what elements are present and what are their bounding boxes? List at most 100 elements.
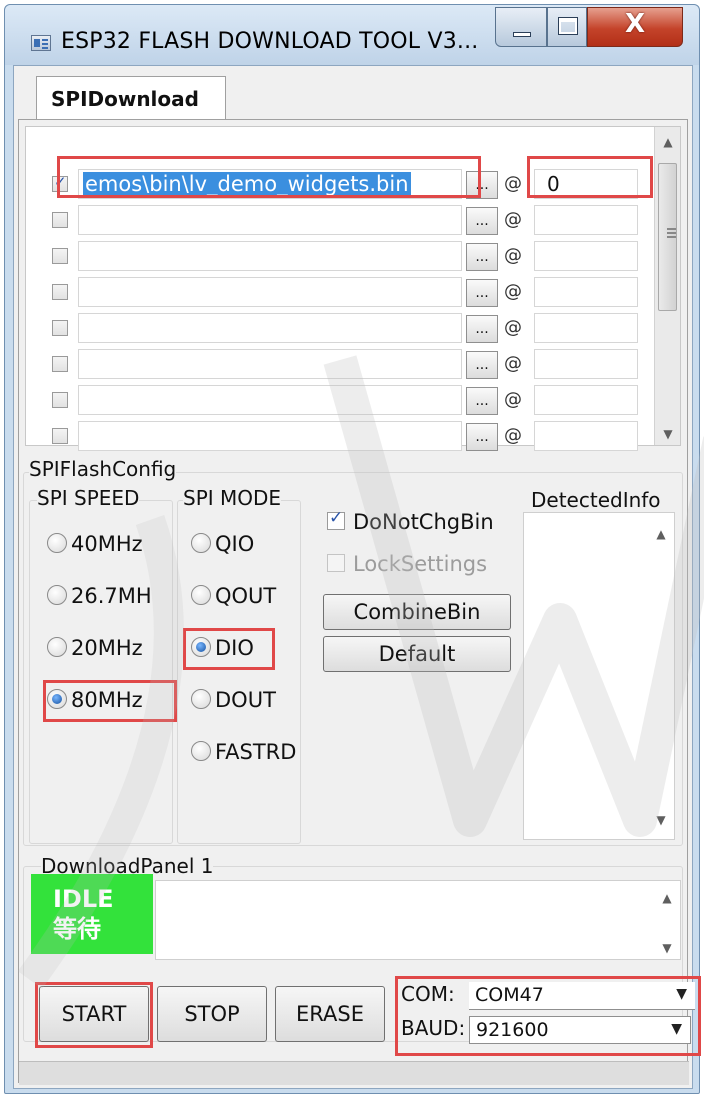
detected-info-box: ▲ ▼ [523, 512, 675, 840]
scroll-up-icon[interactable]: ▲ [655, 135, 681, 149]
combine-bin-button[interactable]: CombineBin [323, 594, 511, 630]
flash-address-input[interactable] [534, 313, 638, 343]
at-icon: @ [504, 281, 522, 302]
browse-button[interactable]: ... [466, 279, 498, 307]
file-enable-checkbox[interactable] [52, 212, 68, 228]
status-text-cn: 等待 [53, 915, 101, 943]
scroll-down-icon[interactable]: ▼ [655, 427, 681, 441]
radio-dot [191, 689, 211, 709]
file-path-input[interactable] [78, 277, 462, 307]
browse-button[interactable]: ... [466, 387, 498, 415]
highlight-start [35, 982, 153, 1048]
scroll-up-icon[interactable]: ▲ [648, 527, 674, 541]
do-not-chg-bin-label: DoNotChgBin [353, 510, 494, 534]
lock-settings-label: LockSettings [353, 552, 488, 576]
close-button[interactable]: X [587, 7, 683, 47]
file-enable-checkbox[interactable] [52, 356, 68, 372]
file-enable-checkbox[interactable] [52, 284, 68, 300]
flash-address-input[interactable] [534, 421, 638, 451]
detected-info-label: DetectedInfo [531, 488, 661, 512]
radio-dot [47, 637, 67, 657]
flash-address-input[interactable] [534, 205, 638, 235]
at-icon: @ [504, 209, 522, 230]
file-path-input[interactable] [78, 313, 462, 343]
erase-button[interactable]: ERASE [275, 986, 385, 1042]
spi-mode-radio[interactable]: FASTRD [191, 740, 296, 770]
scroll-up-icon[interactable]: ▲ [654, 891, 680, 905]
spi-mode-option: QOUT [215, 584, 277, 608]
scroll-down-icon[interactable]: ▼ [648, 813, 674, 827]
spi-mode-label: SPI MODE [183, 486, 282, 510]
default-button[interactable]: Default [323, 636, 511, 672]
do-not-chg-bin-checkbox[interactable]: DoNotChgBin [327, 508, 494, 534]
spi-mode-option: FASTRD [215, 740, 297, 764]
radio-dot [47, 585, 67, 605]
radio-dot [191, 741, 211, 761]
at-icon: @ [504, 245, 522, 266]
file-row: ... @ [26, 419, 666, 453]
flash-address-input[interactable] [534, 241, 638, 271]
file-path-input[interactable] [78, 241, 462, 271]
flash-address-input[interactable] [534, 277, 638, 307]
spi-flash-config-label: SPIFlashConfig [29, 457, 177, 481]
app-icon[interactable] [31, 35, 51, 51]
highlight-80mhz [43, 680, 177, 722]
spi-speed-option: 26.7MH [71, 584, 152, 608]
flash-address-input[interactable] [534, 385, 638, 415]
scroll-down-icon[interactable]: ▼ [654, 941, 680, 955]
file-row: ... @ [26, 203, 666, 237]
checkbox-box [327, 508, 345, 530]
spi-speed-option: 40MHz [71, 532, 143, 556]
browse-button[interactable]: ... [466, 243, 498, 271]
spi-speed-option: 20MHz [71, 636, 143, 660]
close-icon: X [624, 9, 646, 39]
at-icon: @ [504, 173, 522, 194]
file-path-input[interactable] [78, 205, 462, 235]
file-path-input[interactable] [78, 349, 462, 379]
spi-mode-option: QIO [215, 532, 255, 556]
file-list-scrollbar[interactable]: ▲ ▼ [654, 127, 680, 445]
browse-button[interactable]: ... [466, 315, 498, 343]
browse-button[interactable]: ... [466, 207, 498, 235]
client-area: SPIDownload emos\bin\lv_demo_widgets.bin… [13, 65, 701, 1089]
file-row: ... @ [26, 275, 666, 309]
file-row: ... @ [26, 383, 666, 417]
browse-button[interactable]: ... [466, 423, 498, 451]
at-icon: @ [504, 425, 522, 446]
highlight-file-row [57, 156, 481, 198]
file-row: ... @ [26, 311, 666, 345]
stop-button[interactable]: STOP [157, 986, 267, 1042]
spidownload-panel: emos\bin\lv_demo_widgets.bin...@0...@...… [18, 119, 701, 1083]
lock-settings-checkbox[interactable]: LockSettings [327, 552, 487, 576]
scrollbar-thumb[interactable] [658, 163, 677, 311]
spi-speed-label: SPI SPEED [37, 486, 140, 510]
spi-mode-radio[interactable]: DOUT [191, 688, 276, 718]
flash-address-input[interactable] [534, 349, 638, 379]
highlight-address [527, 156, 653, 198]
radio-dot [191, 533, 211, 553]
browse-button[interactable]: ... [466, 351, 498, 379]
file-row: ... @ [26, 347, 666, 381]
file-path-input[interactable] [78, 385, 462, 415]
at-icon: @ [504, 353, 522, 374]
title-bar[interactable]: ESP32 FLASH DOWNLOAD TOOL V3... X [5, 5, 699, 65]
file-enable-checkbox[interactable] [52, 392, 68, 408]
radio-dot [191, 585, 211, 605]
tab-label: SPIDownload [51, 87, 199, 111]
spi-speed-radio[interactable]: 26.7MH [47, 584, 152, 614]
spi-speed-radio[interactable]: 40MHz [47, 532, 143, 562]
highlight-dio [183, 628, 275, 670]
minimize-button[interactable] [495, 7, 547, 47]
file-enable-checkbox[interactable] [52, 248, 68, 264]
file-path-input[interactable] [78, 421, 462, 451]
checkbox-box [327, 554, 345, 572]
spi-speed-radio[interactable]: 20MHz [47, 636, 143, 666]
file-enable-checkbox[interactable] [52, 320, 68, 336]
tab-spidownload[interactable]: SPIDownload [36, 76, 226, 120]
spi-mode-radio[interactable]: QIO [191, 532, 254, 562]
file-enable-checkbox[interactable] [52, 428, 68, 444]
maximize-button[interactable] [547, 7, 587, 47]
radio-dot [47, 533, 67, 553]
window-title: ESP32 FLASH DOWNLOAD TOOL V3... [61, 29, 479, 54]
spi-mode-radio[interactable]: QOUT [191, 584, 276, 614]
